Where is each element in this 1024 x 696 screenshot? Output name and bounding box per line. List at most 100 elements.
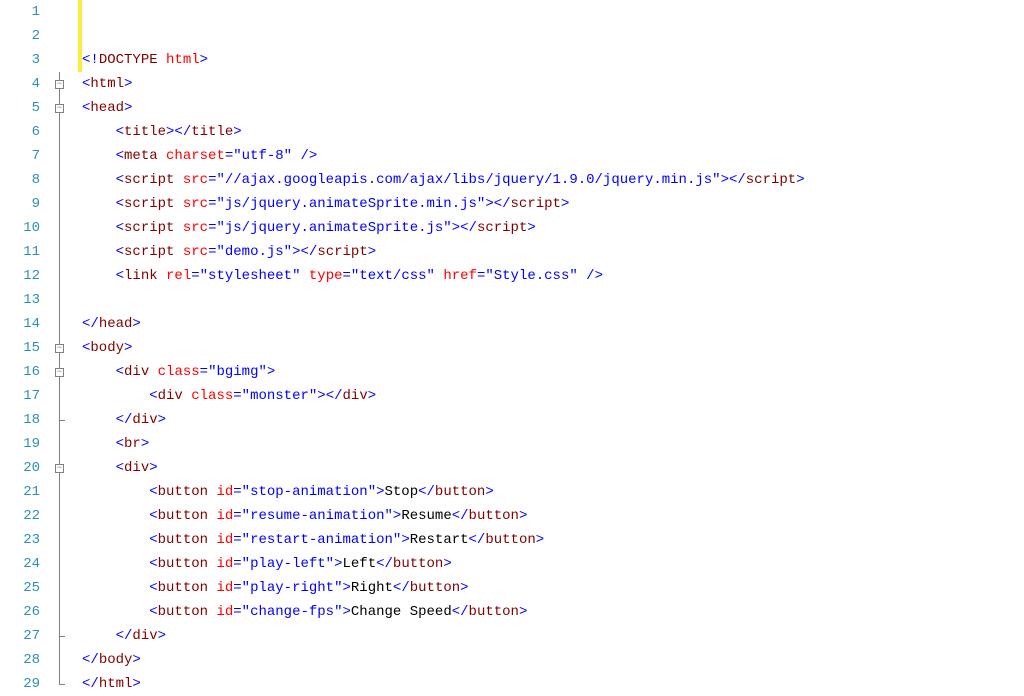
code-line[interactable]: <html> (82, 72, 1024, 96)
code-line[interactable] (82, 0, 1024, 24)
fold-guide (59, 432, 60, 456)
code-line[interactable]: <div> (82, 456, 1024, 480)
fold-guide (59, 528, 60, 552)
line-number[interactable]: 25 (0, 576, 40, 600)
code-line[interactable]: <script src="demo.js"></script> (82, 240, 1024, 264)
code-line[interactable]: <!DOCTYPE html> (82, 48, 1024, 72)
fold-guide (59, 353, 60, 360)
fold-guide (59, 120, 60, 144)
fold-guide (59, 72, 60, 80)
line-number[interactable]: 9 (0, 192, 40, 216)
fold-guide (59, 288, 60, 312)
code-line[interactable]: <link rel="stylesheet" type="text/css" h… (82, 264, 1024, 288)
code-line[interactable]: <button id="restart-animation">Restart</… (82, 528, 1024, 552)
line-number-gutter[interactable]: 1234567891011121314151617181920212223242… (0, 0, 48, 696)
fold-guide-end (59, 684, 65, 685)
line-number[interactable]: 1 (0, 0, 40, 24)
fold-guide (59, 89, 60, 96)
fold-guide (59, 360, 60, 368)
code-line[interactable]: <body> (82, 336, 1024, 360)
line-number[interactable]: 13 (0, 288, 40, 312)
fold-guide (59, 264, 60, 288)
fold-guide (59, 636, 60, 648)
fold-guide (59, 216, 60, 240)
line-number[interactable]: 27 (0, 624, 40, 648)
fold-guide (59, 144, 60, 168)
code-line[interactable]: <script src="js/jquery.animateSprite.js"… (82, 216, 1024, 240)
current-line-highlight (78, 0, 82, 72)
line-number[interactable]: 3 (0, 48, 40, 72)
fold-toggle-icon[interactable]: − (55, 368, 64, 377)
code-line[interactable]: <meta charset="utf-8" /> (82, 144, 1024, 168)
fold-guide (59, 600, 60, 624)
line-number[interactable]: 16 (0, 360, 40, 384)
code-line[interactable]: <br> (82, 432, 1024, 456)
line-number[interactable]: 21 (0, 480, 40, 504)
code-line[interactable] (82, 288, 1024, 312)
code-line[interactable]: </html> (82, 672, 1024, 696)
line-number[interactable]: 18 (0, 408, 40, 432)
code-line[interactable] (82, 24, 1024, 48)
line-number[interactable]: 5 (0, 96, 40, 120)
code-line[interactable]: </body> (82, 648, 1024, 672)
code-line[interactable]: <script src="//ajax.googleapis.com/ajax/… (82, 168, 1024, 192)
line-number[interactable]: 8 (0, 168, 40, 192)
line-number[interactable]: 7 (0, 144, 40, 168)
line-number[interactable]: 4 (0, 72, 40, 96)
code-line[interactable]: </div> (82, 408, 1024, 432)
fold-guide (59, 480, 60, 504)
code-line[interactable]: <title></title> (82, 120, 1024, 144)
fold-guide (59, 192, 60, 216)
line-number[interactable]: 14 (0, 312, 40, 336)
code-line[interactable]: <div class="bgimg"> (82, 360, 1024, 384)
fold-guide (59, 377, 60, 384)
fold-guide (59, 96, 60, 104)
line-number[interactable]: 6 (0, 120, 40, 144)
fold-guide (59, 648, 60, 672)
fold-toggle-icon[interactable]: − (55, 344, 64, 353)
fold-column[interactable]: − − − − − (48, 0, 78, 696)
code-line[interactable]: <head> (82, 96, 1024, 120)
fold-guide (59, 240, 60, 264)
fold-guide (59, 504, 60, 528)
fold-guide (59, 420, 60, 432)
line-number[interactable]: 11 (0, 240, 40, 264)
line-number[interactable]: 12 (0, 264, 40, 288)
code-line[interactable]: <button id="play-left">Left</button> (82, 552, 1024, 576)
fold-toggle-icon[interactable]: − (55, 104, 64, 113)
code-line[interactable]: <button id="change-fps">Change Speed</bu… (82, 600, 1024, 624)
fold-guide (59, 384, 60, 408)
code-line[interactable]: <button id="play-right">Right</button> (82, 576, 1024, 600)
code-editor-content[interactable]: <!DOCTYPE html><html><head> <title></tit… (78, 0, 1024, 696)
code-line[interactable]: <div class="monster"></div> (82, 384, 1024, 408)
line-number[interactable]: 23 (0, 528, 40, 552)
code-line[interactable]: </div> (82, 624, 1024, 648)
fold-toggle-icon[interactable]: − (55, 464, 64, 473)
line-number[interactable]: 29 (0, 672, 40, 696)
line-number[interactable]: 24 (0, 552, 40, 576)
line-number[interactable]: 17 (0, 384, 40, 408)
fold-guide (59, 336, 60, 344)
fold-toggle-icon[interactable]: − (55, 80, 64, 89)
line-number[interactable]: 28 (0, 648, 40, 672)
fold-guide (59, 552, 60, 576)
line-number[interactable]: 26 (0, 600, 40, 624)
fold-guide (59, 672, 60, 684)
fold-guide (59, 168, 60, 192)
line-number[interactable]: 19 (0, 432, 40, 456)
line-number[interactable]: 15 (0, 336, 40, 360)
code-line[interactable]: <button id="stop-animation">Stop</button… (82, 480, 1024, 504)
line-number[interactable]: 22 (0, 504, 40, 528)
fold-guide (59, 312, 60, 336)
line-number[interactable]: 2 (0, 24, 40, 48)
code-line[interactable]: <button id="resume-animation">Resume</bu… (82, 504, 1024, 528)
line-number[interactable]: 20 (0, 456, 40, 480)
fold-guide (59, 624, 60, 636)
fold-guide (59, 456, 60, 464)
fold-guide (59, 408, 60, 420)
code-line[interactable]: <script src="js/jquery.animateSprite.min… (82, 192, 1024, 216)
code-line[interactable]: </head> (82, 312, 1024, 336)
fold-guide (59, 473, 60, 480)
fold-guide (59, 113, 60, 120)
line-number[interactable]: 10 (0, 216, 40, 240)
